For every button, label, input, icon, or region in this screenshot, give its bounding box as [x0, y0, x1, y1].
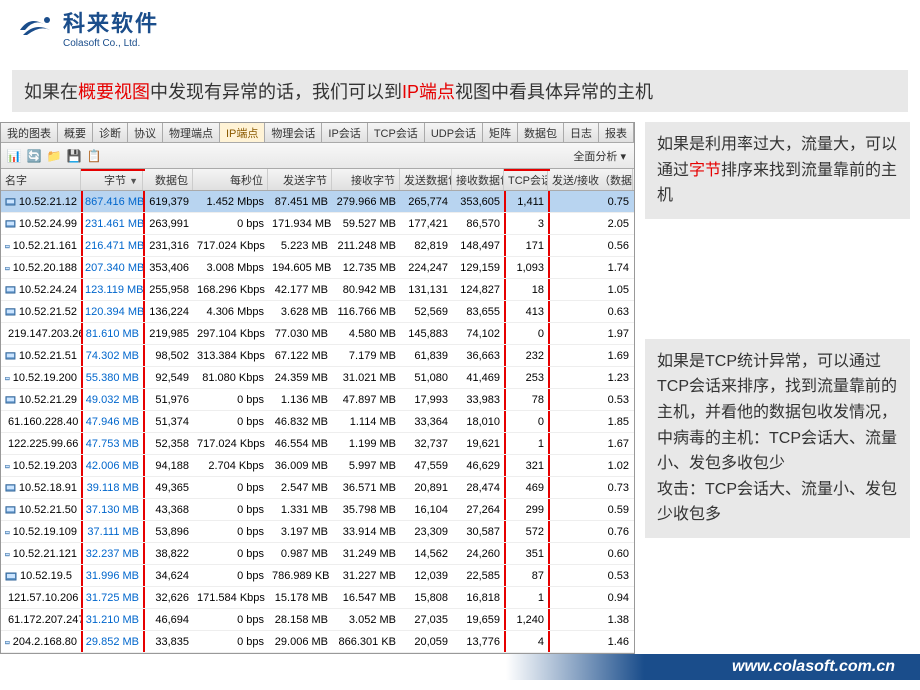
table-row[interactable]: 10.52.21.161 216.471 MB 231,316 717.024 …	[1, 235, 634, 257]
th-bps[interactable]: 每秒位	[193, 169, 268, 190]
ip-icon	[5, 460, 10, 472]
ip-icon	[5, 504, 16, 516]
table-row[interactable]: 10.52.20.188 207.340 MB 353,406 3.008 Mb…	[1, 257, 634, 279]
toolbar-icon-3[interactable]: 📁	[45, 147, 63, 165]
table-row[interactable]: 10.52.19.200 55.380 MB 92,549 81.080 Kbp…	[1, 367, 634, 389]
tab-10[interactable]: 矩阵	[483, 123, 518, 142]
toolbar: 📊 🔄 📁 💾 📋 全面分析 ▾	[1, 143, 634, 169]
colasoft-logo-icon	[15, 10, 55, 45]
table-row[interactable]: 10.52.21.121 32.237 MB 38,822 0 bps 0.98…	[1, 543, 634, 565]
tab-11[interactable]: 数据包	[518, 123, 564, 142]
th-packets[interactable]: 数据包	[143, 169, 193, 190]
th-recvbytes[interactable]: 接收字节	[332, 169, 400, 190]
table-row[interactable]: 10.52.19.109 37.111 MB 53,896 0 bps 3.19…	[1, 521, 634, 543]
logo-text-en: Colasoft Co., Ltd.	[63, 38, 159, 49]
table-row[interactable]: 10.52.18.91 39.118 MB 49,365 0 bps 2.547…	[1, 477, 634, 499]
tab-7[interactable]: IP会话	[322, 123, 367, 142]
toolbar-icon-4[interactable]: 💾	[65, 147, 83, 165]
ip-icon	[5, 482, 16, 494]
th-tcp[interactable]: TCP会话	[504, 169, 548, 190]
table-row[interactable]: 61.160.228.40 47.946 MB 51,374 0 bps 46.…	[1, 411, 634, 433]
ip-icon	[5, 196, 16, 208]
tab-1[interactable]: 概要	[58, 123, 93, 142]
ip-icon	[5, 636, 10, 648]
footer-url: www.colasoft.com.cn	[0, 654, 920, 680]
table-row[interactable]: 10.52.21.52 120.394 MB 136,224 4.306 Mbp…	[1, 301, 634, 323]
ip-icon	[5, 218, 16, 230]
table-row[interactable]: 10.52.24.99 231.461 MB 263,991 0 bps 171…	[1, 213, 634, 235]
ip-icon	[5, 240, 10, 252]
table-row[interactable]: 10.52.19.203 42.006 MB 94,188 2.704 Kbps…	[1, 455, 634, 477]
ip-icon	[5, 306, 16, 318]
logo-text-cn: 科来软件	[63, 6, 159, 38]
th-bytes[interactable]: 字节 ▼	[81, 169, 143, 190]
table-row[interactable]: 61.172.207.247 31.210 MB 46,694 0 bps 28…	[1, 609, 634, 631]
table-row[interactable]: 204.2.168.80 29.852 MB 33,835 0 bps 29.0…	[1, 631, 634, 653]
ip-icon	[5, 372, 10, 384]
toolbar-icon-5[interactable]: 📋	[85, 147, 103, 165]
tab-6[interactable]: 物理会话	[265, 123, 322, 142]
ip-icon	[5, 262, 10, 274]
th-sendpackets[interactable]: 发送数据包	[400, 169, 452, 190]
table-row[interactable]: 122.225.99.66 47.753 MB 52,358 717.024 K…	[1, 433, 634, 455]
table-header: 名字 字节 ▼ 数据包 每秒位 发送字节 接收字节 发送数据包 接收数据包 TC…	[1, 169, 634, 191]
tab-13[interactable]: 报表	[599, 123, 634, 142]
ip-icon	[5, 284, 16, 296]
ip-icon	[5, 570, 17, 582]
table-row[interactable]: 10.52.24.24 123.119 MB 255,958 168.296 K…	[1, 279, 634, 301]
th-ratio[interactable]: 发送/接收（数据包）比率	[548, 169, 633, 190]
table-row[interactable]: 10.52.21.29 49.032 MB 51,976 0 bps 1.136…	[1, 389, 634, 411]
ip-icon	[5, 350, 16, 362]
table-row[interactable]: 121.57.10.206 31.725 MB 32,626 171.584 K…	[1, 587, 634, 609]
table-row[interactable]: 10.52.21.51 74.302 MB 98,502 313.384 Kbp…	[1, 345, 634, 367]
table-row[interactable]: 10.52.21.12 867.416 MB 619,379 1.452 Mbp…	[1, 191, 634, 213]
tab-3[interactable]: 协议	[128, 123, 163, 142]
table-row[interactable]: 10.52.21.50 37.130 MB 43,368 0 bps 1.331…	[1, 499, 634, 521]
instruction-text: 如果在概要视图中发现有异常的话，我们可以到IP端点视图中看具体异常的主机	[12, 70, 908, 112]
filter-dropdown[interactable]: 全面分析 ▾	[573, 148, 630, 164]
annotation-1: 如果是利用率过大，流量大，可以通过字节排序来找到流量靠前的主机	[645, 122, 910, 219]
table-row[interactable]: 10.52.19.5 31.996 MB 34,624 0 bps 786.98…	[1, 565, 634, 587]
tab-4[interactable]: 物理端点	[163, 123, 220, 142]
tab-2[interactable]: 诊断	[93, 123, 128, 142]
ip-icon	[5, 526, 10, 538]
tab-5[interactable]: IP端点	[220, 123, 265, 142]
tab-8[interactable]: TCP会话	[368, 123, 425, 142]
table-row[interactable]: 219.147.203.26 81.610 MB 219,985 297.104…	[1, 323, 634, 345]
tab-0[interactable]: 我的图表	[1, 123, 58, 142]
toolbar-icon-1[interactable]: 📊	[5, 147, 23, 165]
ip-icon	[5, 394, 16, 406]
table-body: 10.52.21.12 867.416 MB 619,379 1.452 Mbp…	[1, 191, 634, 653]
th-recvpackets[interactable]: 接收数据包	[452, 169, 504, 190]
toolbar-icon-2[interactable]: 🔄	[25, 147, 43, 165]
tabs-row: 我的图表概要诊断协议物理端点IP端点物理会话IP会话TCP会话UDP会话矩阵数据…	[1, 123, 634, 143]
tab-9[interactable]: UDP会话	[425, 123, 483, 142]
ip-endpoint-table: 我的图表概要诊断协议物理端点IP端点物理会话IP会话TCP会话UDP会话矩阵数据…	[0, 122, 635, 654]
th-name[interactable]: 名字	[1, 169, 81, 190]
annotation-2: 如果是TCP统计异常，可以通过TCP会话来排序，找到流量靠前的主机，并看他的数据…	[645, 339, 910, 538]
ip-icon	[5, 548, 10, 560]
tab-12[interactable]: 日志	[564, 123, 599, 142]
th-sendbytes[interactable]: 发送字节	[268, 169, 332, 190]
annotations: 如果是利用率过大，流量大，可以通过字节排序来找到流量靠前的主机 如果是TCP统计…	[635, 122, 920, 654]
header-logo: 科来软件 Colasoft Co., Ltd.	[0, 0, 920, 55]
